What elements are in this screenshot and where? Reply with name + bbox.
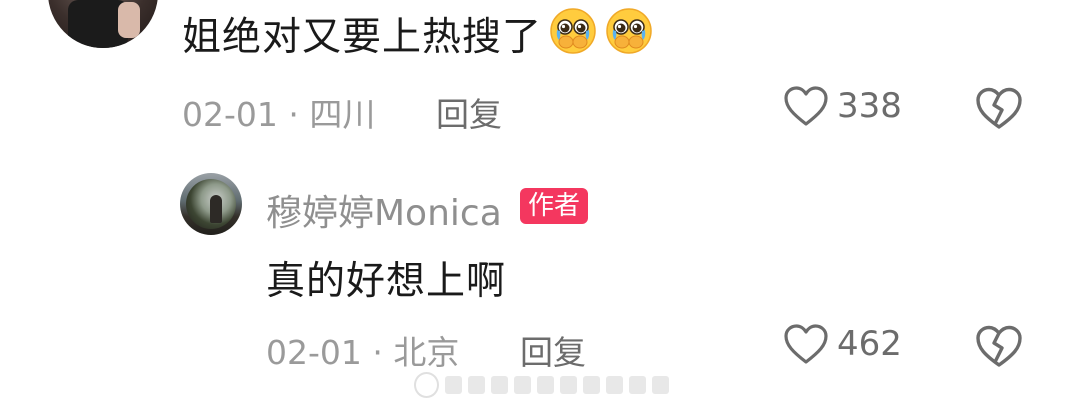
- like-button[interactable]: 338: [783, 85, 902, 127]
- watermark: [414, 372, 669, 398]
- watermark-mark: [513, 376, 531, 394]
- meta-separator: ·: [288, 95, 299, 134]
- reply-date: 02-01: [266, 333, 362, 372]
- watermark-mark: [628, 376, 646, 394]
- reply-username[interactable]: 穆婷婷Monica: [266, 184, 502, 236]
- commenter-avatar[interactable]: [48, 0, 158, 48]
- watermark-mark: [467, 376, 485, 394]
- pleading-face-icon: [550, 8, 596, 54]
- reply-meta: 02-01 · 北京: [266, 326, 459, 374]
- avatar-hand: [118, 2, 140, 38]
- watermark-mark: [605, 376, 623, 394]
- watermark-mark: [582, 376, 600, 394]
- comment-text: 姐绝对又要上热搜了: [182, 6, 654, 62]
- reply-button[interactable]: 回复: [520, 326, 586, 374]
- like-count: 462: [837, 324, 902, 364]
- watermark-mark: [444, 376, 462, 394]
- broken-heart-icon[interactable]: [974, 324, 1024, 368]
- heart-icon: [784, 86, 828, 126]
- watermark-logo: [414, 372, 439, 398]
- reply-text: 真的好想上啊: [266, 259, 507, 304]
- heart-icon: [784, 324, 828, 364]
- comment-date: 02-01: [182, 95, 278, 134]
- author-badge: 作者: [520, 188, 589, 224]
- watermark-mark: [559, 376, 577, 394]
- reply-button[interactable]: 回复: [436, 88, 502, 136]
- like-count: 338: [837, 86, 902, 126]
- watermark-mark: [651, 376, 669, 394]
- comment-location: 四川: [309, 95, 376, 134]
- broken-heart-icon[interactable]: [974, 86, 1024, 130]
- author-avatar[interactable]: [180, 173, 242, 235]
- like-button[interactable]: 462: [783, 323, 902, 365]
- meta-separator: ·: [372, 333, 383, 372]
- reply-location: 北京: [393, 333, 460, 372]
- pleading-face-icon: [606, 8, 652, 54]
- watermark-mark: [490, 376, 508, 394]
- comment-meta: 02-01 · 四川: [182, 88, 375, 136]
- avatar-figure: [210, 195, 222, 223]
- watermark-mark: [536, 376, 554, 394]
- comment-text-body: 姐绝对又要上热搜了: [182, 15, 543, 60]
